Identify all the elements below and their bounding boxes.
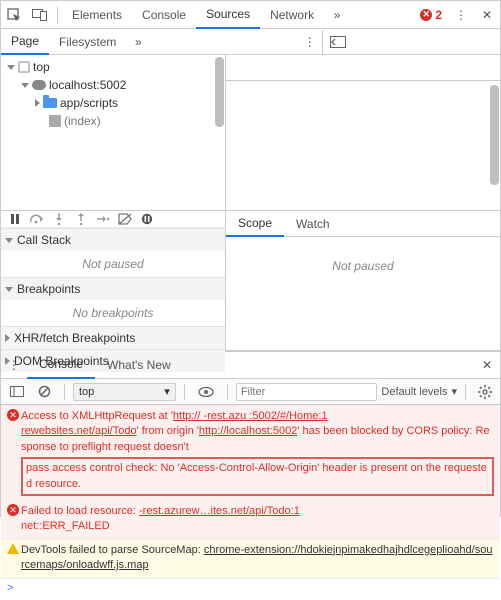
callstack-body: Not paused — [1, 251, 225, 277]
more-page-tabs-icon[interactable]: » — [126, 35, 150, 49]
console-error-message[interactable]: ✕ Failed to load resource: -rest.azurew…… — [1, 500, 500, 539]
tree-label: localhost:5002 — [49, 78, 126, 92]
divider — [64, 384, 65, 400]
caret-down-icon — [7, 65, 15, 70]
text: Access to XMLHttpRequest at ' — [21, 410, 173, 422]
step-icon[interactable] — [95, 211, 111, 227]
console-messages: ✕ Access to XMLHttpRequest at 'http:// -… — [1, 405, 500, 599]
tab-filesystem[interactable]: Filesystem — [49, 30, 126, 54]
frame-icon — [18, 61, 30, 73]
tree-top[interactable]: top — [7, 58, 225, 76]
scrollbar[interactable] — [488, 81, 500, 210]
caret-right-icon — [35, 99, 40, 107]
file-tree-pane: top localhost:5002 app/scripts (index) — [1, 55, 226, 210]
divider — [184, 384, 185, 400]
context-selector[interactable]: top ▾ — [73, 383, 176, 401]
tree-label: top — [33, 60, 50, 74]
scope-body: Not paused — [226, 237, 500, 350]
debugger-controls — [1, 211, 225, 228]
error-icon: ✕ — [7, 504, 19, 516]
console-warning-message[interactable]: DevTools failed to parse SourceMap: chro… — [1, 539, 500, 578]
tree-label: (index) — [64, 114, 101, 128]
step-over-icon[interactable] — [29, 211, 45, 227]
cloud-icon — [32, 80, 46, 90]
pause-icon[interactable] — [7, 211, 23, 227]
text: DevTools failed to parse SourceMap: — [21, 544, 204, 556]
log-levels-select[interactable]: Default levels ▾ — [381, 385, 457, 398]
link[interactable]: http://localhost:5002 — [199, 425, 297, 437]
tree-host[interactable]: localhost:5002 — [7, 76, 225, 94]
context-value: top — [79, 386, 94, 398]
tab-sources[interactable]: Sources — [196, 1, 260, 29]
breakpoints-body: No breakpoints — [1, 300, 225, 326]
link[interactable]: -rest.azurew…ites.net/api/Todo:1 — [139, 505, 300, 517]
step-out-icon[interactable] — [73, 211, 89, 227]
console-prompt[interactable]: > — [1, 578, 500, 599]
kebab-page-icon[interactable]: ⋮ — [298, 35, 322, 49]
highlighted-text: pass access control check: No 'Access-Co… — [21, 457, 494, 496]
tab-scope[interactable]: Scope — [226, 211, 284, 237]
xhr-bp-header[interactable]: XHR/fetch Breakpoints — [1, 327, 225, 349]
section-title: Call Stack — [17, 233, 71, 247]
tab-page[interactable]: Page — [1, 29, 49, 55]
error-count-badge[interactable]: ✕2 — [414, 8, 448, 22]
show-navigator-icon[interactable] — [323, 36, 353, 48]
close-devtools-icon[interactable]: ✕ — [474, 2, 500, 28]
levels-label: Default levels — [381, 386, 447, 398]
scrollbar[interactable] — [213, 55, 225, 210]
step-into-icon[interactable] — [51, 211, 67, 227]
divider — [227, 384, 228, 400]
close-drawer-icon[interactable]: ✕ — [474, 358, 500, 372]
tab-elements[interactable]: Elements — [62, 2, 132, 28]
deactivate-bp-icon[interactable] — [117, 211, 133, 227]
file-icon — [49, 115, 61, 127]
text: net::ERR_FAILED — [21, 520, 110, 532]
tab-console[interactable]: Console — [132, 2, 196, 28]
divider — [57, 6, 58, 24]
text: ' from origin ' — [137, 425, 199, 437]
chevron-down-icon: ▾ — [164, 385, 170, 398]
kebab-drawer-icon[interactable]: ⋮ — [1, 358, 27, 372]
clear-console-icon[interactable] — [33, 381, 56, 403]
drawer-tab-console[interactable]: Console — [27, 351, 95, 379]
folder-icon — [43, 98, 57, 108]
code-pane — [226, 55, 500, 210]
callstack-header[interactable]: Call Stack — [1, 229, 225, 251]
gear-icon[interactable] — [474, 385, 496, 399]
kebab-icon[interactable]: ⋮ — [448, 2, 474, 28]
error-icon: ✕ — [7, 409, 19, 421]
section-title: XHR/fetch Breakpoints — [14, 331, 135, 345]
error-icon: ✕ — [420, 9, 432, 21]
error-count: 2 — [435, 8, 442, 22]
link[interactable]: http:// -rest.azu :5002/#/Home:1 — [173, 410, 328, 422]
more-tabs-icon[interactable]: » — [324, 2, 350, 28]
breakpoints-header[interactable]: Breakpoints — [1, 278, 225, 300]
warning-icon — [7, 543, 19, 554]
tab-network[interactable]: Network — [260, 2, 324, 28]
live-expression-icon[interactable] — [193, 381, 219, 403]
filter-input[interactable] — [236, 383, 378, 401]
tree-label: app/scripts — [60, 96, 118, 110]
tree-file[interactable]: (index) — [7, 112, 225, 130]
sidebar-toggle-icon[interactable] — [5, 381, 29, 403]
pause-exceptions-icon[interactable] — [139, 211, 155, 227]
caret-down-icon — [21, 83, 29, 88]
device-icon[interactable] — [27, 2, 53, 28]
console-error-message[interactable]: ✕ Access to XMLHttpRequest at 'http:// -… — [1, 405, 500, 500]
caret-down-icon — [5, 287, 13, 292]
tree-folder[interactable]: app/scripts — [7, 94, 225, 112]
divider — [465, 384, 466, 400]
link[interactable]: rewebsites.net/api/Todo — [21, 425, 137, 437]
tab-watch[interactable]: Watch — [284, 212, 342, 236]
section-title: Breakpoints — [17, 282, 80, 296]
caret-right-icon — [5, 334, 10, 342]
text: Failed to load resource: — [21, 505, 139, 517]
drawer-tab-whatsnew[interactable]: What's New — [95, 352, 183, 378]
caret-down-icon — [5, 238, 13, 243]
inspect-icon[interactable] — [1, 2, 27, 28]
